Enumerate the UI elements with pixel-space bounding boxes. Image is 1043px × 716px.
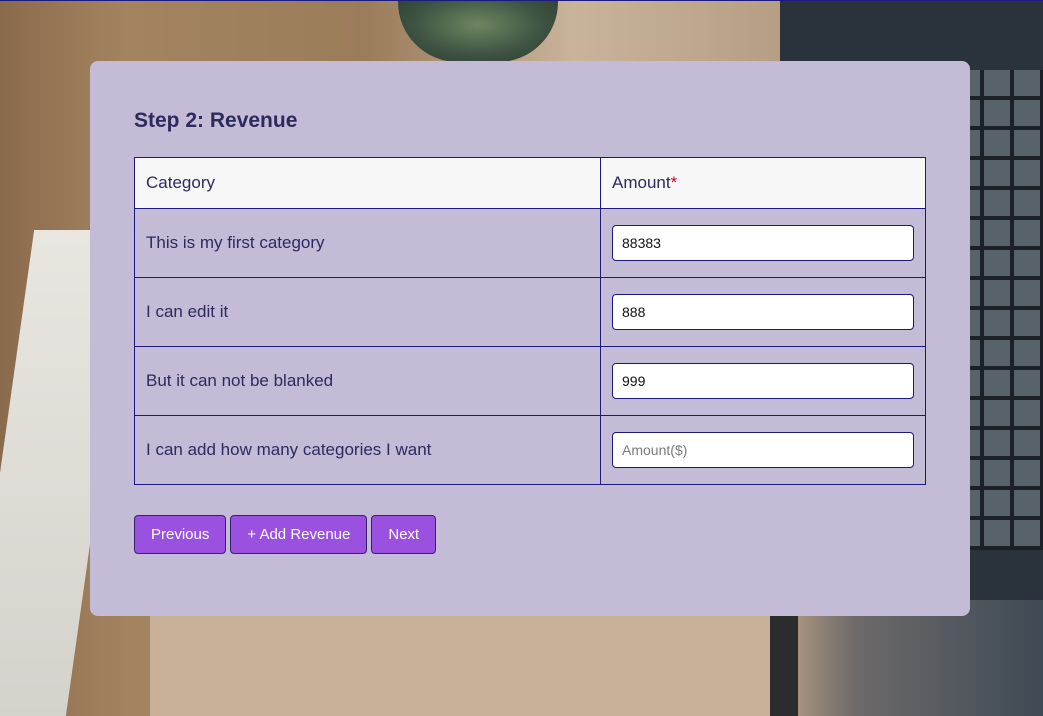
category-label: I can add how many categories I want [146, 440, 432, 459]
next-button[interactable]: Next [371, 515, 437, 554]
category-cell: I can add how many categories I want [134, 415, 601, 485]
table-row: But it can not be blanked [134, 346, 926, 416]
category-label: I can edit it [146, 302, 229, 321]
category-header-label: Category [146, 173, 215, 192]
amount-input[interactable] [612, 363, 914, 399]
category-label: But it can not be blanked [146, 371, 334, 390]
notebook [150, 616, 790, 716]
category-column-header: Category [134, 157, 601, 209]
category-cell: But it can not be blanked [134, 346, 601, 416]
step-title: Step 2: Revenue [134, 109, 298, 132]
amount-header-label: Amount [612, 173, 671, 192]
revenue-step-panel: Step 2: Revenue Category Amount* This is… [90, 61, 970, 616]
table-row: I can edit it [134, 277, 926, 347]
pen [770, 600, 798, 716]
amount-input[interactable] [612, 294, 914, 330]
table-header-row: Category Amount* [134, 157, 926, 209]
amount-cell [600, 277, 926, 347]
amount-cell [600, 415, 926, 485]
add-revenue-button[interactable]: + Add Revenue [230, 515, 368, 554]
required-marker: * [670, 173, 678, 192]
amount-cell [600, 346, 926, 416]
amount-input[interactable] [612, 432, 914, 468]
table-row: This is my first category [134, 208, 926, 278]
category-cell: I can edit it [134, 277, 601, 347]
cactus-plant [398, 0, 558, 62]
table-row: I can add how many categories I want [134, 415, 926, 485]
previous-button[interactable]: Previous [134, 515, 227, 554]
top-border [0, 0, 1043, 1]
revenue-table: Category Amount* This is my first catego… [134, 157, 926, 485]
category-cell: This is my first category [134, 208, 601, 278]
amount-input[interactable] [612, 225, 914, 261]
category-label: This is my first category [146, 233, 325, 252]
step-navigation: Previous + Add Revenue Next [134, 515, 437, 554]
amount-column-header: Amount* [600, 157, 926, 209]
amount-cell [600, 208, 926, 278]
